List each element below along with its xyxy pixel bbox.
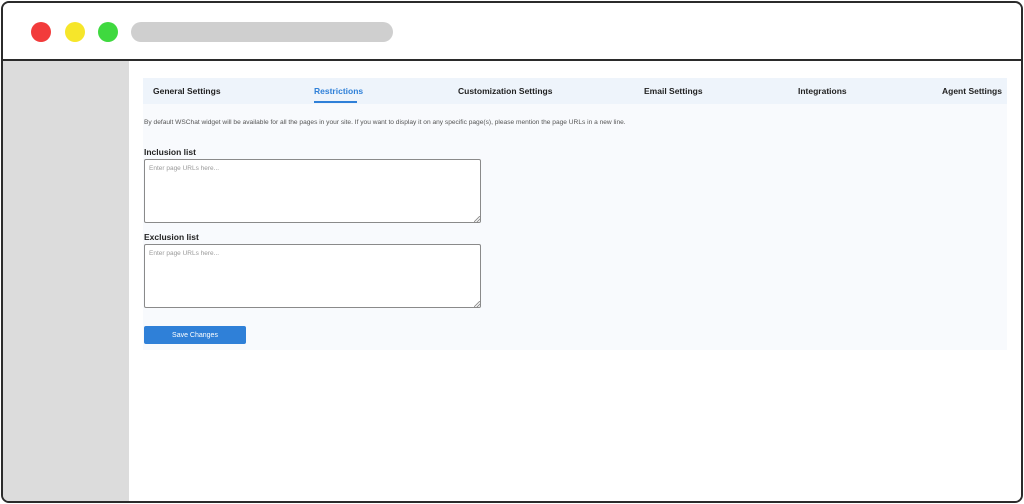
exclusion-list-label: Exclusion list	[144, 232, 199, 242]
tab-restrictions[interactable]: Restrictions	[314, 86, 363, 96]
inclusion-list-label: Inclusion list	[144, 147, 196, 157]
inclusion-list-input[interactable]	[144, 159, 481, 223]
save-changes-button[interactable]: Save Changes	[144, 326, 246, 344]
sidebar	[3, 61, 129, 501]
title-bar	[3, 3, 1021, 61]
tab-integrations[interactable]: Integrations	[798, 86, 847, 96]
maximize-window-button[interactable]	[98, 22, 118, 42]
tab-agent-settings[interactable]: Agent Settings	[942, 86, 1002, 96]
close-window-button[interactable]	[31, 22, 51, 42]
minimize-window-button[interactable]	[65, 22, 85, 42]
main-content: General Settings Restrictions Customizat…	[129, 61, 1021, 501]
exclusion-list-input[interactable]	[144, 244, 481, 308]
restrictions-panel: By default WSChat widget will be availab…	[143, 104, 1007, 350]
settings-tab-bar: General Settings Restrictions Customizat…	[143, 78, 1007, 104]
tab-email-settings[interactable]: Email Settings	[644, 86, 703, 96]
restrictions-description: By default WSChat widget will be availab…	[144, 119, 626, 126]
tab-general-settings[interactable]: General Settings	[153, 86, 221, 96]
active-tab-indicator	[314, 101, 357, 103]
address-bar[interactable]	[131, 22, 393, 42]
browser-window: General Settings Restrictions Customizat…	[1, 1, 1023, 503]
tab-customization-settings[interactable]: Customization Settings	[458, 86, 552, 96]
